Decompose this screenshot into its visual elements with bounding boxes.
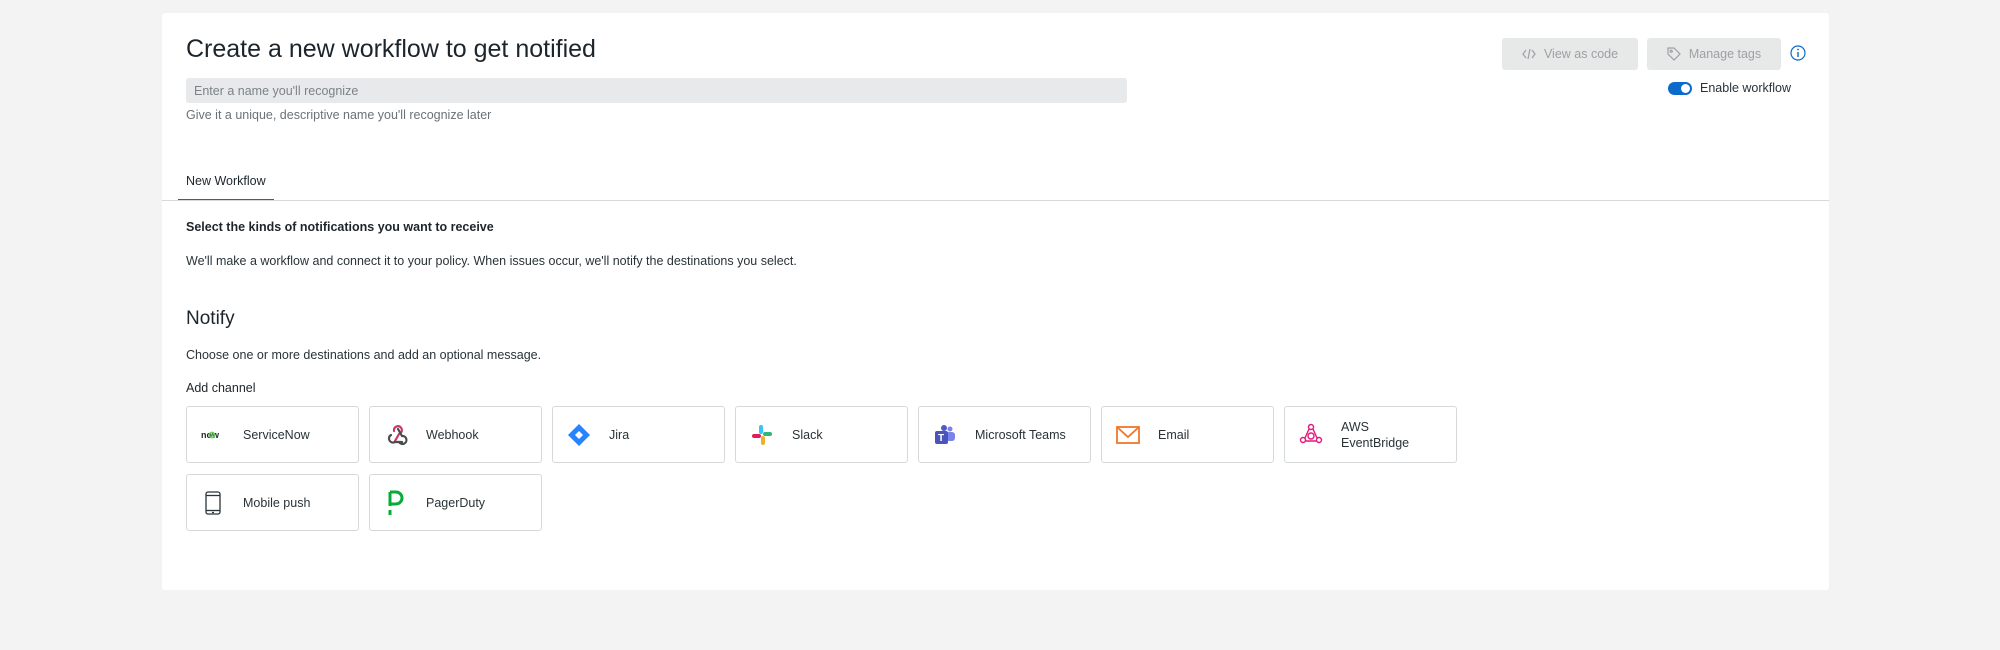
- channel-label: Slack: [792, 427, 823, 442]
- enable-workflow-toggle[interactable]: Enable workflow: [1668, 81, 1791, 95]
- tag-icon: [1667, 47, 1681, 61]
- channel-label: Mobile push: [243, 495, 311, 510]
- notifications-description: We'll make a workflow and connect it to …: [186, 254, 797, 268]
- svg-text:now: now: [201, 430, 220, 440]
- pagerduty-icon: [384, 490, 408, 515]
- channel-webhook[interactable]: Webhook: [369, 406, 542, 463]
- channel-mobile-push[interactable]: Mobile push: [186, 474, 359, 531]
- add-channel-label: Add channel: [186, 381, 256, 395]
- workflow-name-input[interactable]: [186, 78, 1127, 103]
- info-icon[interactable]: [1789, 44, 1807, 62]
- notify-description: Choose one or more destinations and add …: [186, 348, 542, 362]
- channel-servicenow[interactable]: now ServiceNow: [186, 406, 359, 463]
- page-title: Create a new workflow to get notified: [186, 35, 596, 63]
- channel-email[interactable]: Email: [1101, 406, 1274, 463]
- aws-eventbridge-icon: [1299, 423, 1323, 447]
- channel-label: Jira: [609, 427, 630, 442]
- notify-title: Notify: [186, 308, 235, 329]
- channel-label: AWS EventBridge: [1341, 419, 1410, 450]
- channel-label: PagerDuty: [426, 495, 486, 510]
- workflow-name-hint: Give it a unique, descriptive name you'l…: [186, 108, 492, 122]
- channel-pagerduty[interactable]: PagerDuty: [369, 474, 542, 531]
- channel-jira[interactable]: Jira: [552, 406, 725, 463]
- mobile-push-icon: [201, 490, 225, 515]
- workflow-card: Create a new workflow to get notified Gi…: [162, 13, 1829, 590]
- channel-aws-eventbridge[interactable]: AWS EventBridge: [1284, 406, 1457, 463]
- channel-label: Microsoft Teams: [975, 427, 1066, 442]
- servicenow-icon: now: [201, 423, 225, 447]
- channel-label: Email: [1158, 427, 1190, 442]
- code-icon: [1522, 48, 1536, 60]
- view-as-code-label: View as code: [1543, 47, 1619, 61]
- enable-workflow-label: Enable workflow: [1700, 81, 1792, 95]
- channel-label: Webhook: [426, 427, 479, 442]
- manage-tags-button[interactable]: Manage tags: [1647, 38, 1781, 70]
- tab-divider: [162, 200, 1829, 201]
- tab-new-workflow[interactable]: New Workflow: [178, 162, 274, 201]
- view-as-code-button[interactable]: View as code: [1502, 38, 1638, 70]
- channel-microsoft-teams[interactable]: T Microsoft Teams: [918, 406, 1091, 463]
- notifications-heading: Select the kinds of notifications you wa…: [186, 220, 494, 234]
- svg-text:T: T: [938, 433, 944, 444]
- toggle-switch[interactable]: [1668, 81, 1692, 95]
- channel-slack[interactable]: Slack: [735, 406, 908, 463]
- microsoft-teams-icon: T: [933, 423, 957, 447]
- slack-icon: [750, 423, 774, 447]
- channel-label: ServiceNow: [243, 427, 310, 442]
- jira-icon: [567, 423, 591, 447]
- webhook-icon: [384, 423, 408, 447]
- manage-tags-label: Manage tags: [1688, 47, 1762, 61]
- email-icon: [1116, 423, 1140, 447]
